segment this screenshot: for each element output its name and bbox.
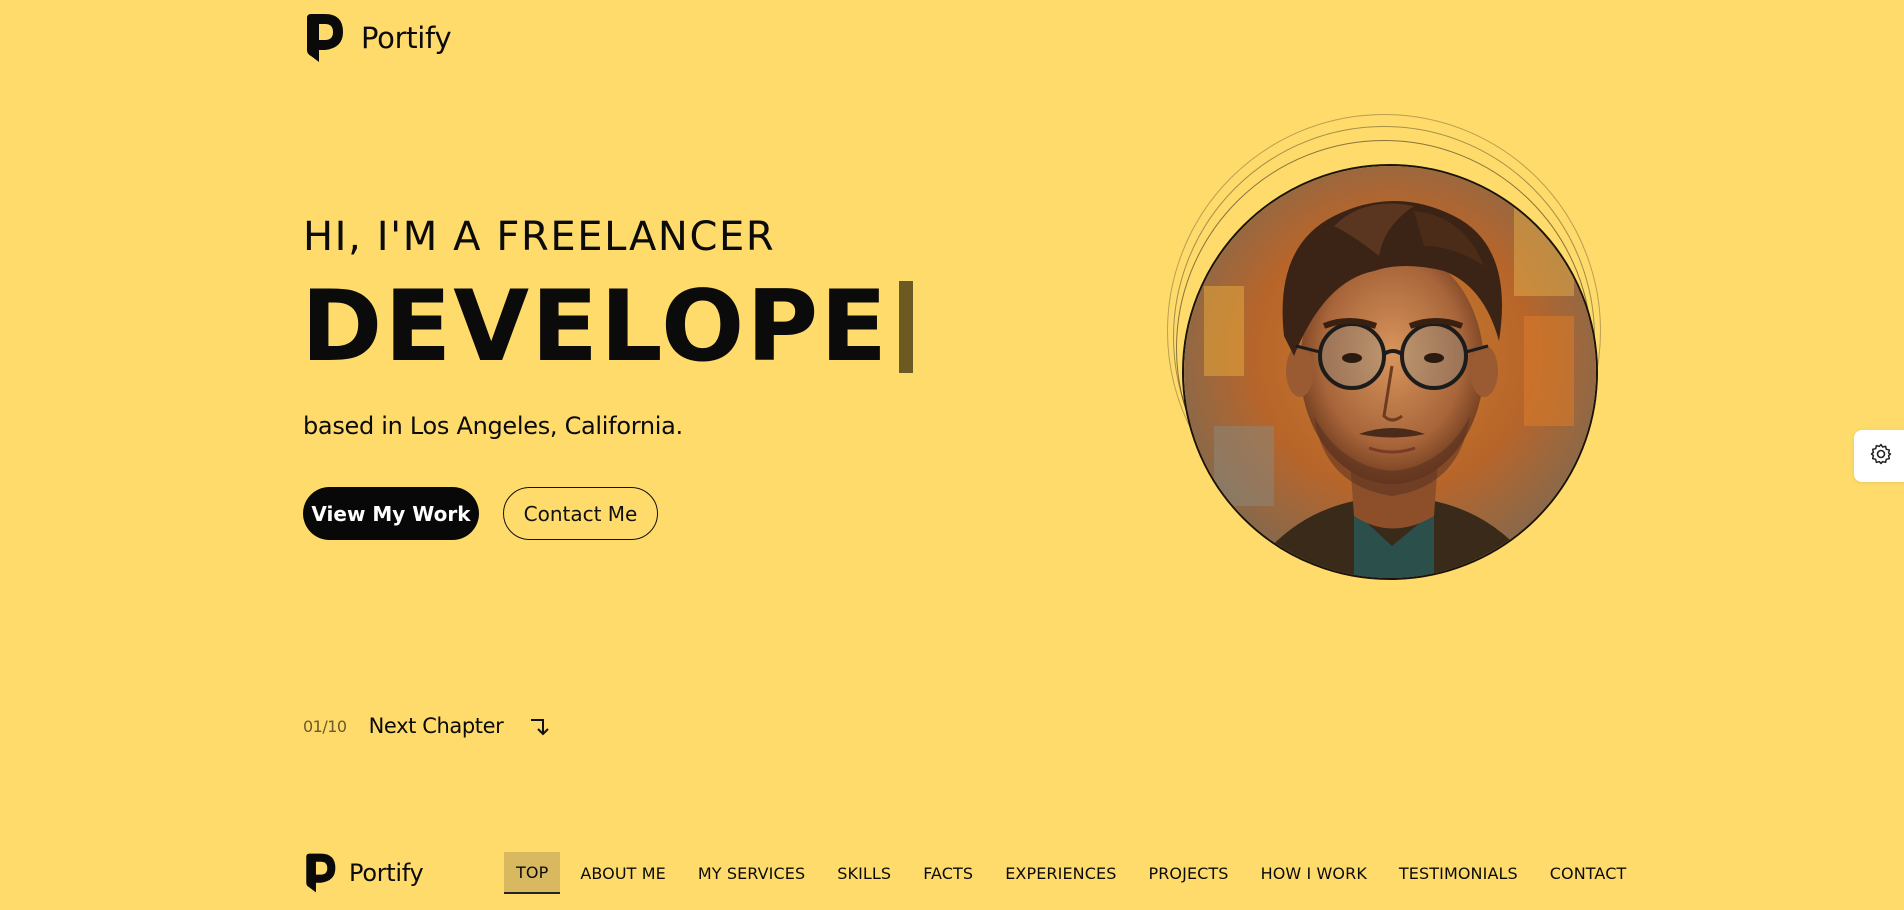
nav-item-experiences[interactable]: EXPERIENCES <box>993 852 1128 894</box>
nav-item-testimonials[interactable]: TESTIMONIALS <box>1387 852 1530 894</box>
header-logo[interactable]: Portify <box>303 12 452 64</box>
nav-item-my-services[interactable]: MY SERVICES <box>686 852 817 894</box>
footer-brand-name: Portify <box>349 859 424 887</box>
contact-me-button[interactable]: Contact Me <box>503 487 658 540</box>
nav-item-top[interactable]: TOP <box>504 852 561 894</box>
brand-name: Portify <box>361 21 452 55</box>
nav-item-how-i-work[interactable]: HOW I WORK <box>1249 852 1379 894</box>
portify-logo-icon <box>303 12 345 64</box>
footer-logo[interactable]: Portify <box>303 852 424 894</box>
settings-button[interactable] <box>1854 430 1904 482</box>
section-nav: TOP ABOUT ME MY SERVICES SKILLS FACTS EX… <box>504 852 1646 894</box>
portrait-image <box>1182 164 1598 580</box>
hero-role-text: DEVELOPE <box>301 270 890 384</box>
nav-item-skills[interactable]: SKILLS <box>825 852 903 894</box>
gear-icon <box>1869 442 1893 470</box>
nav-item-projects[interactable]: PROJECTS <box>1136 852 1240 894</box>
next-chapter-label: Next Chapter <box>368 714 504 738</box>
chapter-counter: 01/10 <box>303 716 347 736</box>
arrow-down-right-icon <box>529 716 551 742</box>
hero-location: based in Los Angeles, California. <box>303 412 683 440</box>
next-chapter-link[interactable]: 01/10 Next Chapter <box>303 710 551 742</box>
portify-logo-icon <box>303 852 337 894</box>
view-my-work-button[interactable]: View My Work <box>303 487 479 540</box>
nav-item-about-me[interactable]: ABOUT ME <box>568 852 678 894</box>
nav-item-facts[interactable]: FACTS <box>911 852 985 894</box>
hero-greeting: HI, I'M A FREELANCER <box>303 214 776 260</box>
nav-item-contact[interactable]: CONTACT <box>1538 852 1639 894</box>
typing-caret <box>899 281 914 373</box>
hero-portrait <box>1167 106 1601 580</box>
hero-role: DEVELOPE <box>301 270 914 384</box>
